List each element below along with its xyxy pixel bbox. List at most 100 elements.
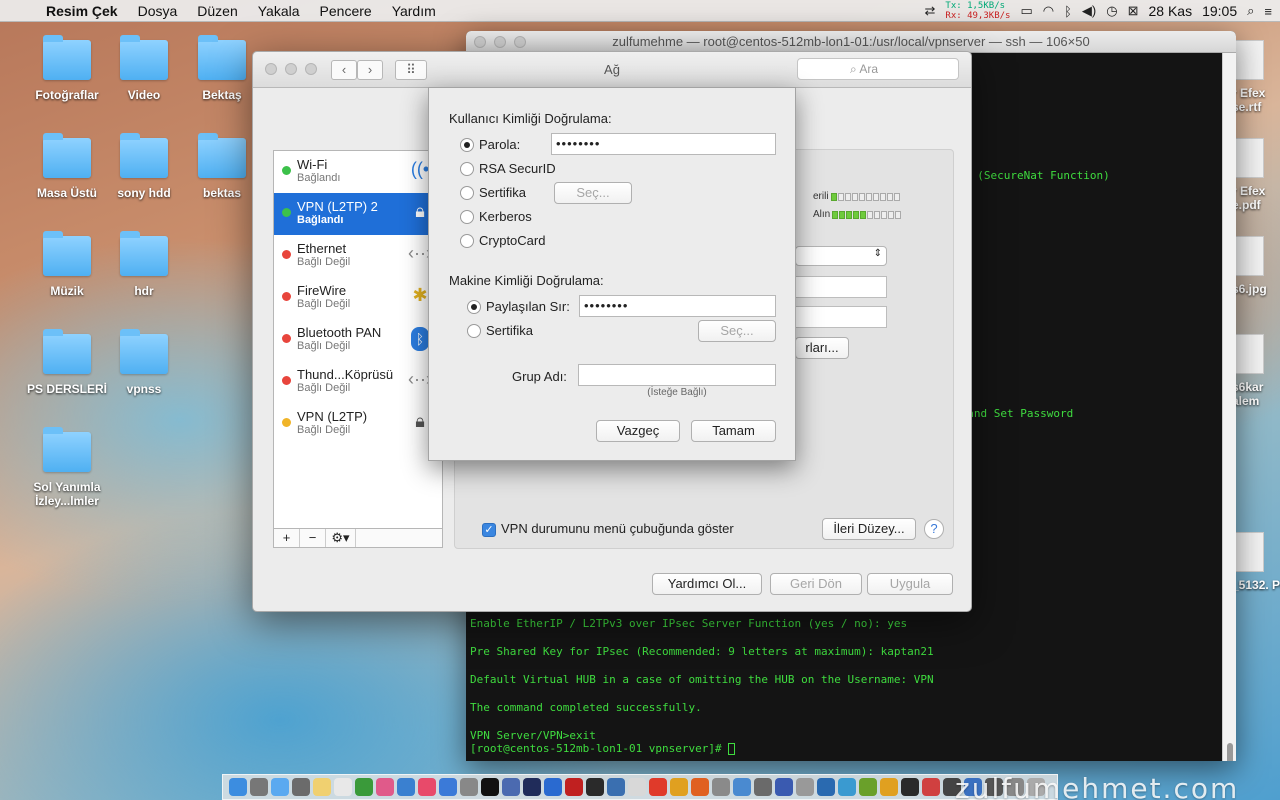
bluetooth-status-icon[interactable]: ᛒ [1064, 4, 1072, 19]
menu-time[interactable]: 19:05 [1202, 3, 1237, 19]
terminal-titlebar[interactable]: zulfumehme — root@centos-512mb-lon1-01:/… [466, 31, 1236, 53]
apply-button[interactable]: Uygula [867, 573, 953, 595]
desktop-folder[interactable]: Müzik [27, 231, 107, 298]
gear-icon[interactable]: ⚙▾ [326, 529, 356, 547]
notes-icon[interactable] [313, 778, 331, 796]
desktop-folder[interactable]: bektas [182, 133, 262, 200]
app-icon[interactable] [922, 778, 940, 796]
configuration-popup[interactable]: ⇕ [795, 246, 887, 266]
radio-button[interactable] [460, 161, 474, 176]
vpn-status-icon[interactable]: ⊠ [1128, 3, 1139, 19]
show-vpn-status-checkbox[interactable]: ✓ [482, 523, 496, 537]
minimize-button[interactable] [494, 36, 506, 48]
service-list[interactable]: Wi-Fi Bağlandı ((• VPN (L2TP) 2 Bağlandı… [273, 150, 443, 548]
desktop-folder[interactable]: Video [104, 35, 184, 102]
menu-capture[interactable]: Yakala [248, 3, 310, 19]
app-icon[interactable] [712, 778, 730, 796]
desktop-folder[interactable]: Masa Üstü [27, 133, 107, 200]
radio-button[interactable] [460, 137, 474, 152]
service-firewire[interactable]: FireWire Bağlı Değil ✱ [274, 277, 442, 319]
machine-select-button[interactable]: Seç... [698, 320, 776, 342]
service-thunderbolt-bridge[interactable]: Thund...Köprüsü Bağlı Değil ‹··› [274, 361, 442, 403]
radio-kerberos[interactable]: Kerberos [460, 209, 532, 224]
radio-certificate[interactable]: Sertifika [460, 185, 526, 200]
scroll-knob[interactable] [1227, 743, 1233, 761]
cancel-button[interactable]: Vazgeç [596, 420, 680, 442]
radio-button[interactable] [460, 233, 474, 248]
time-machine-icon[interactable]: ◷ [1106, 3, 1117, 19]
app-icon[interactable] [817, 778, 835, 796]
search-input[interactable]: ⌕ Ara [797, 58, 959, 80]
finder-icon[interactable] [229, 778, 247, 796]
firefox-icon[interactable] [691, 778, 709, 796]
lightroom-icon[interactable] [586, 778, 604, 796]
desktop-file[interactable]: s6kar alem [1232, 334, 1280, 408]
group-name-field[interactable] [578, 364, 776, 386]
app-icon[interactable] [607, 778, 625, 796]
terminal-icon[interactable] [481, 778, 499, 796]
radio-shared-secret[interactable]: Paylaşılan Sır: [467, 299, 570, 314]
radio-button[interactable] [467, 323, 481, 338]
battery-icon[interactable]: ▭ [1020, 3, 1032, 19]
radio-button[interactable] [467, 299, 481, 314]
radio-machine-certificate[interactable]: Sertifika [467, 323, 533, 338]
menu-date[interactable]: 28 Kas [1148, 3, 1192, 19]
menu-file[interactable]: Dosya [128, 3, 188, 19]
app-store-icon[interactable] [439, 778, 457, 796]
revert-button[interactable]: Geri Dön [770, 573, 862, 595]
auth-settings-button[interactable]: rları... [795, 337, 849, 359]
menu-help[interactable]: Yardım [382, 3, 446, 19]
zoom-button[interactable] [514, 36, 526, 48]
desktop-folder[interactable]: sony hdd [104, 133, 184, 200]
app-icon[interactable] [502, 778, 520, 796]
app-icon[interactable] [544, 778, 562, 796]
safari-icon[interactable] [271, 778, 289, 796]
service-vpn-l2tp[interactable]: VPN (L2TP) Bağlı Değil 🔒︎ [274, 403, 442, 445]
ok-button[interactable]: Tamam [691, 420, 776, 442]
desktop-folder[interactable]: Fotoğraflar [27, 35, 107, 102]
add-service-button[interactable]: + [274, 529, 300, 547]
app-icon[interactable] [775, 778, 793, 796]
app-icon[interactable] [565, 778, 583, 796]
close-button[interactable] [474, 36, 486, 48]
app-icon[interactable] [523, 778, 541, 796]
menu-app-name[interactable]: Resim Çek [36, 3, 128, 19]
app-icon[interactable] [733, 778, 751, 796]
app-icon[interactable] [859, 778, 877, 796]
opera-icon[interactable] [649, 778, 667, 796]
desktop-file[interactable]: _5132. PG [1232, 532, 1280, 592]
radio-rsa-securid[interactable]: RSA SecurID [460, 161, 556, 176]
service-bluetooth-pan[interactable]: Bluetooth PAN Bağlı Değil ᛒ [274, 319, 442, 361]
password-field[interactable]: •••••••• [551, 133, 776, 155]
system-preferences-icon[interactable] [460, 778, 478, 796]
radio-password[interactable]: Parola: [460, 137, 520, 152]
launchpad-icon[interactable] [250, 778, 268, 796]
app-icon[interactable] [880, 778, 898, 796]
service-ethernet[interactable]: Ethernet Bağlı Değil ‹··› [274, 235, 442, 277]
spotlight-icon[interactable]: ⌕ [1247, 3, 1254, 19]
app-icon[interactable] [901, 778, 919, 796]
menu-window[interactable]: Pencere [310, 3, 382, 19]
photo-app-icon[interactable] [292, 778, 310, 796]
radio-cryptocard[interactable]: CryptoCard [460, 233, 545, 248]
service-vpn-l2tp-2[interactable]: VPN (L2TP) 2 Bağlandı 🔒︎ [274, 193, 442, 235]
app-icon[interactable] [754, 778, 772, 796]
remove-service-button[interactable]: − [300, 529, 326, 547]
volume-icon[interactable]: ◀) [1082, 3, 1096, 19]
shared-secret-field[interactable]: •••••••• [579, 295, 776, 317]
account-name-field[interactable] [795, 306, 887, 328]
terminal-scrollbar[interactable] [1222, 53, 1236, 761]
select-certificate-button[interactable]: Seç... [554, 182, 632, 204]
desktop-folder[interactable]: Bektaş [182, 35, 262, 102]
messages-icon[interactable] [397, 778, 415, 796]
teamviewer-icon[interactable]: ⇄ [925, 3, 936, 19]
photos-icon[interactable] [376, 778, 394, 796]
service-wifi[interactable]: Wi-Fi Bağlandı ((• [274, 151, 442, 193]
authentication-sheet[interactable]: Kullanıcı Kimliği Doğrulama: Parola: •••… [428, 87, 796, 461]
advanced-button[interactable]: İleri Düzey... [822, 518, 916, 540]
notification-center-icon[interactable]: ≡ [1264, 4, 1272, 19]
desktop-folder[interactable]: PS DERSLERİ [27, 329, 107, 396]
app-icon[interactable] [628, 778, 646, 796]
desktop-folder[interactable]: vpnss [104, 329, 184, 396]
desktop-file[interactable]: s6.jpg [1232, 236, 1280, 296]
